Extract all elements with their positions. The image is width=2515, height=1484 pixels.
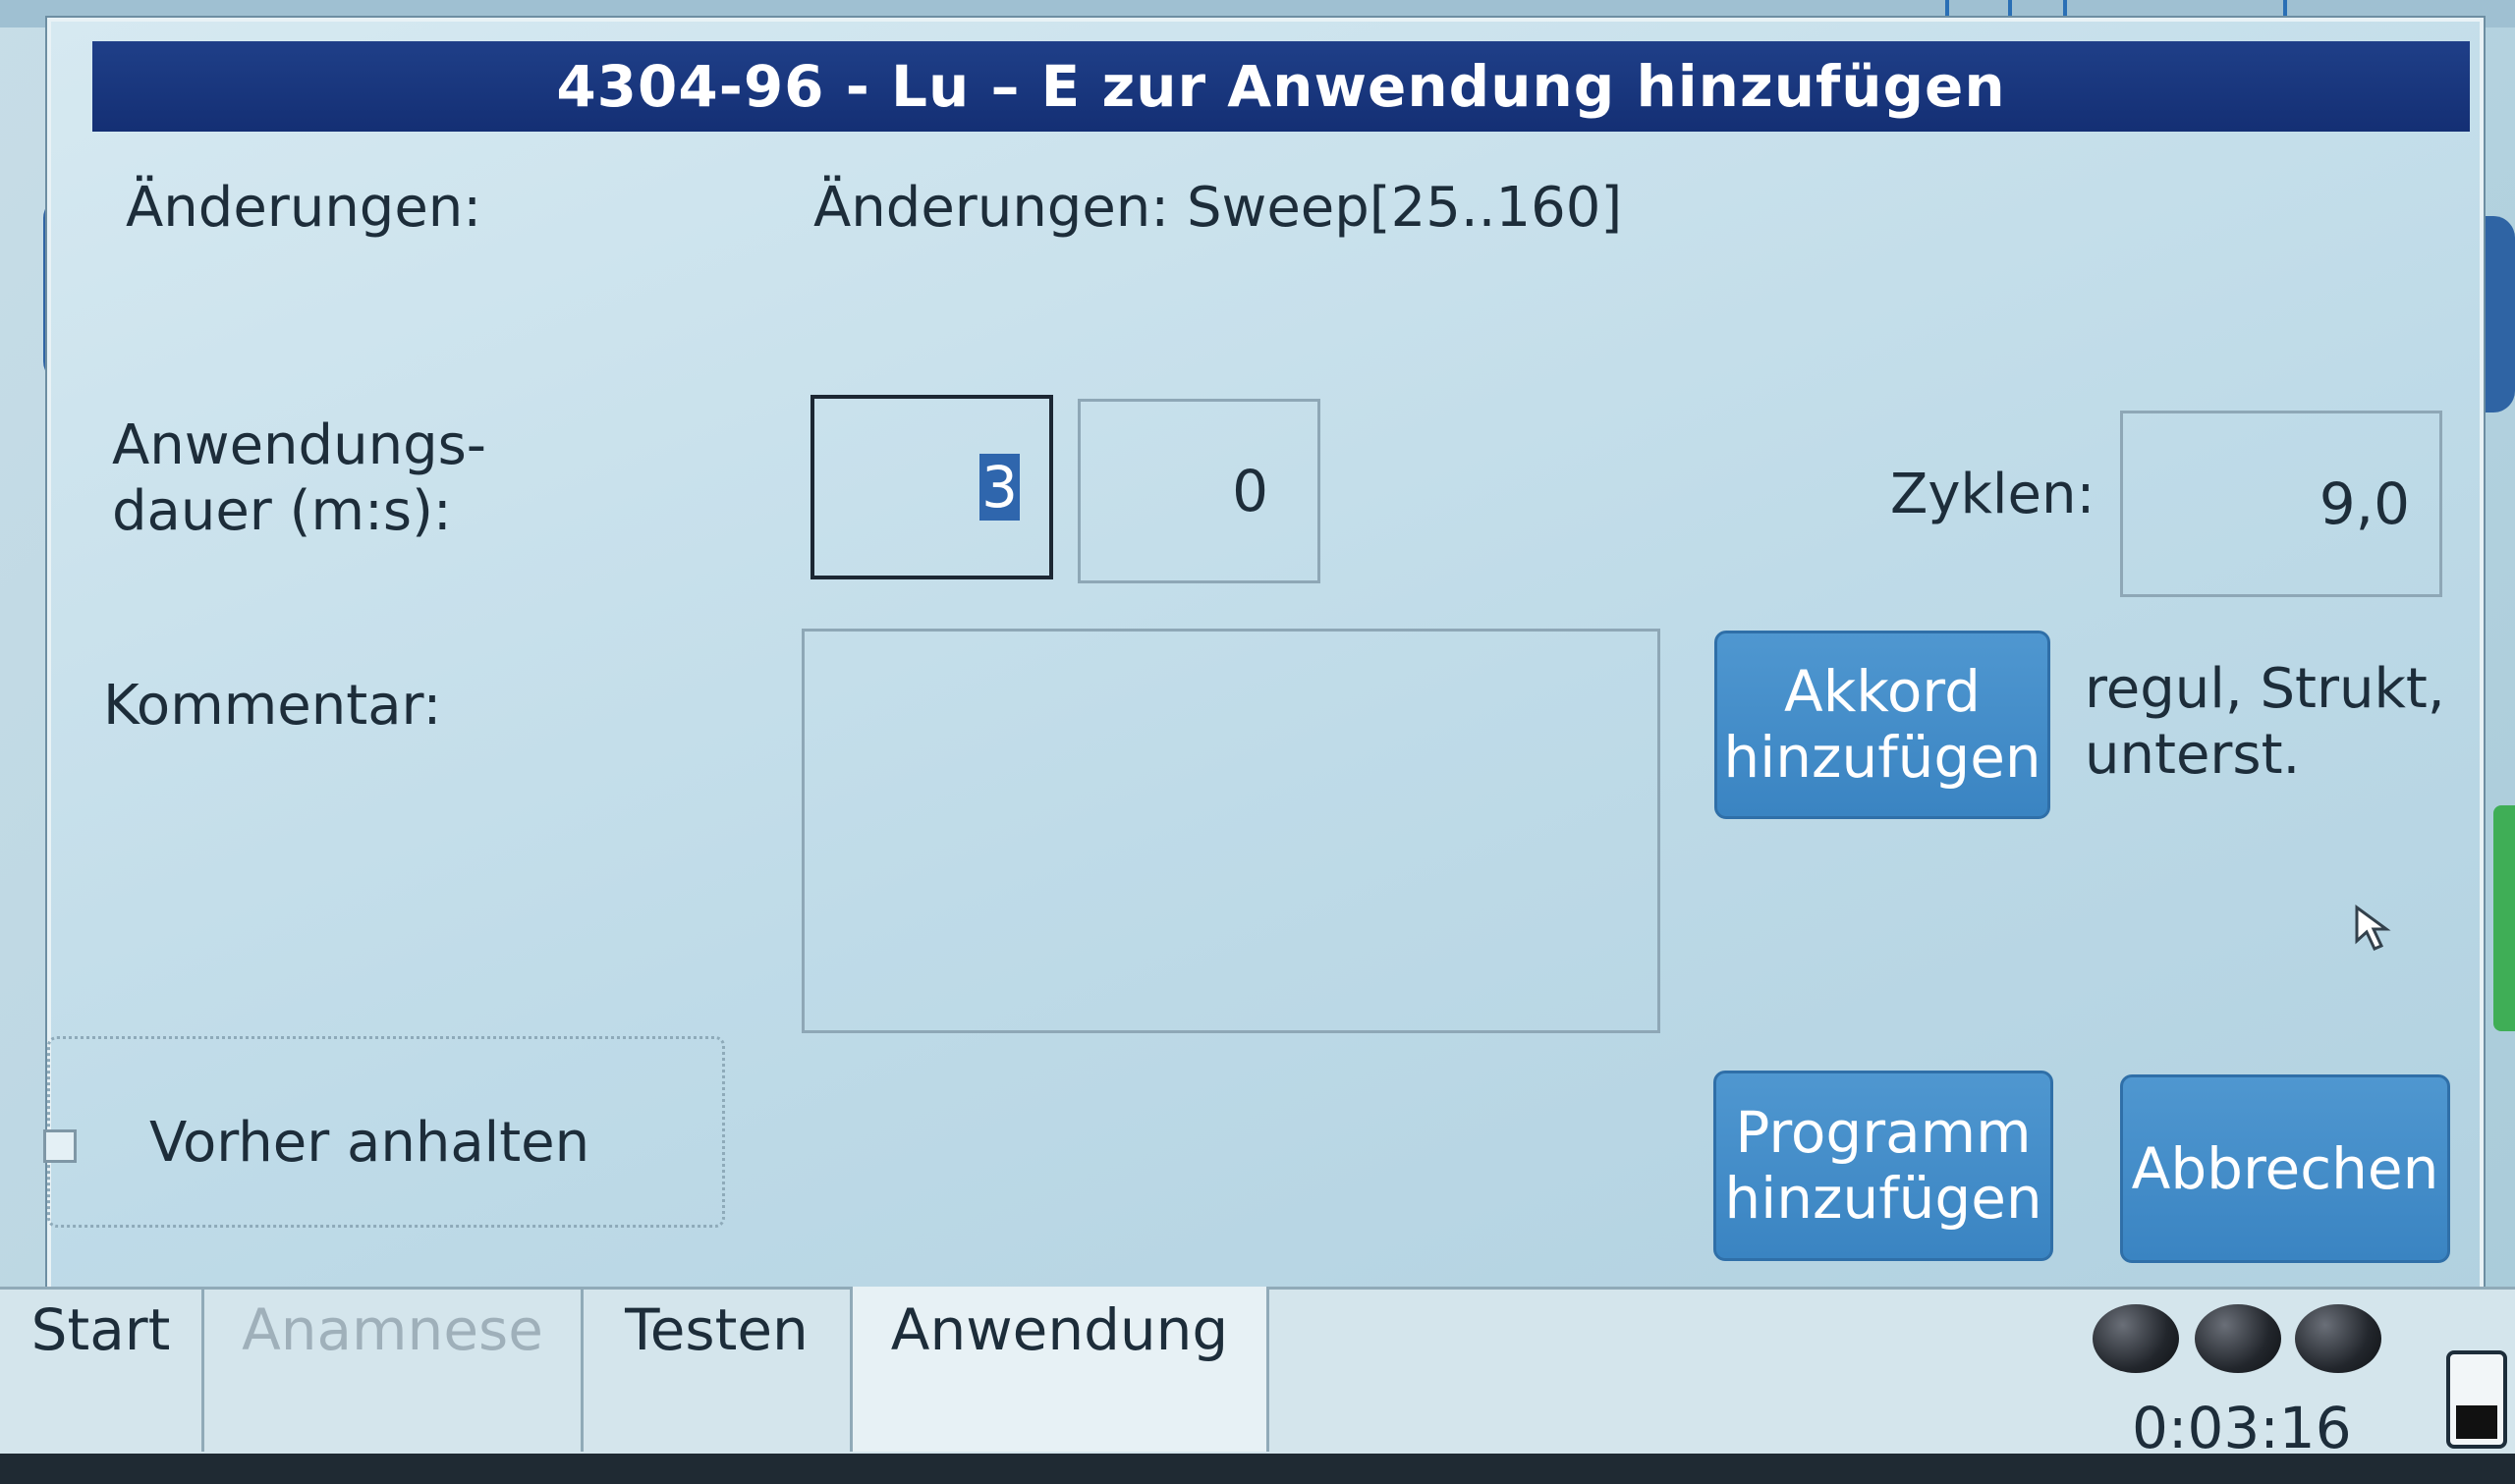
battery-icon (2446, 1350, 2507, 1449)
tab-testen[interactable]: Testen (584, 1287, 853, 1452)
session-timer: 0:03:16 (2132, 1395, 2352, 1454)
duration-seconds-value: 0 (1232, 458, 1268, 524)
duration-label: Anwendungs- dauer (m:s): (112, 412, 486, 544)
changes-value: Änderungen: Sweep[25..160] (813, 176, 1623, 240)
chord-info-line2: unterst. (2085, 723, 2301, 788)
changes-label: Änderungen: (126, 176, 482, 240)
duration-seconds-input[interactable]: 0 (1078, 399, 1320, 583)
duration-minutes-value: 3 (979, 454, 1020, 521)
add-program-button-line1: Programm (1735, 1099, 2032, 1167)
comment-label: Kommentar: (103, 674, 442, 738)
status-indicator (2295, 1304, 2381, 1373)
status-indicator (2093, 1304, 2179, 1373)
add-chord-button-line2: hinzufügen (1723, 724, 2041, 791)
duration-label-line2: dauer (m:s): (112, 479, 452, 544)
tab-start[interactable]: Start (0, 1287, 204, 1452)
cancel-button[interactable]: Abbrechen (2120, 1074, 2450, 1263)
mouse-pointer-icon (2355, 905, 2391, 951)
status-indicator (2195, 1304, 2281, 1373)
chord-info: regul, Strukt, unterst. (2085, 656, 2445, 788)
cycles-value: 9,0 (2319, 470, 2410, 537)
tab-anwendung[interactable]: Anwendung (853, 1287, 1269, 1452)
chord-info-line1: regul, Strukt, (2085, 657, 2445, 721)
duration-minutes-input[interactable]: 3 (810, 395, 1053, 579)
duration-label-line1: Anwendungs- (112, 413, 487, 477)
cycles-input[interactable]: 9,0 (2120, 411, 2442, 597)
pause-before-label[interactable]: Vorher anhalten (149, 1110, 589, 1176)
comment-textarea[interactable] (802, 629, 1660, 1033)
background-side-indicator (2493, 805, 2515, 1031)
dialog-title: 4304-96 - Lu – E zur Anwendung hinzufüge… (92, 41, 2470, 132)
device-screen: 4304-96 - Lu – E zur Anwendung hinzufüge… (0, 0, 2515, 1454)
add-chord-button[interactable]: Akkord hinzufügen (1714, 631, 2050, 819)
pause-before-checkbox[interactable] (43, 1129, 77, 1163)
add-program-button[interactable]: Programm hinzufügen (1713, 1071, 2053, 1261)
add-chord-button-line1: Akkord (1784, 658, 1981, 726)
add-program-button-line2: hinzufügen (1724, 1165, 2042, 1232)
cycles-label: Zyklen: (1890, 463, 2096, 526)
tab-anamnese: Anamnese (204, 1287, 584, 1452)
battery-level (2456, 1405, 2497, 1439)
device-bezel (0, 1454, 2515, 1484)
